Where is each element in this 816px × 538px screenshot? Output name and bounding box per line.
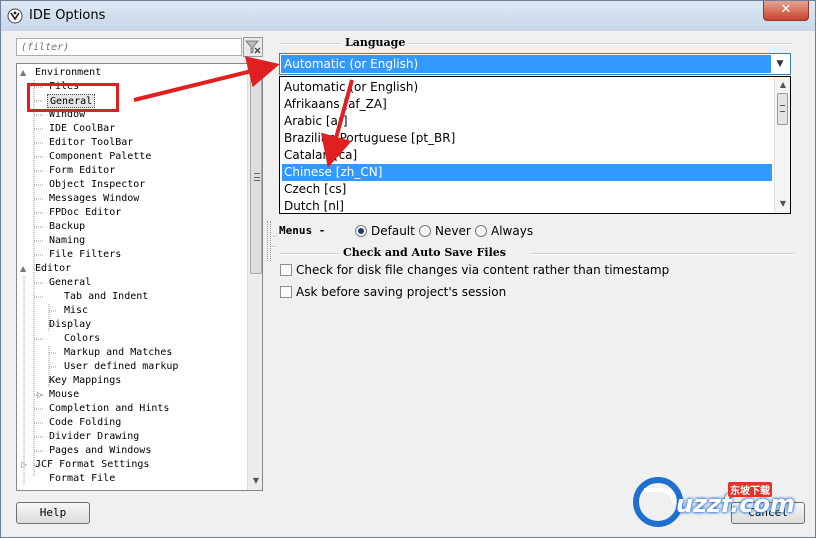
help-button[interactable]: Help: [16, 502, 90, 524]
dropdown-scrollbar[interactable]: ▲ ▼: [774, 77, 790, 213]
tree-scroll-thumb[interactable]: [250, 78, 262, 274]
checkbox-icon: [280, 264, 292, 276]
tree-item-object-inspector[interactable]: Object Inspector: [49, 178, 145, 192]
menus-label-text: Menus: [279, 224, 313, 237]
radio-label: Always: [491, 224, 534, 238]
options-tree[interactable]: ▲ Environment Files General Window IDE C…: [16, 63, 263, 491]
tree-item-completion-and-hints[interactable]: Completion and Hints: [49, 402, 169, 416]
language-caption: Language: [341, 36, 410, 49]
tree-item-user-defined-markup[interactable]: User defined markup: [64, 360, 178, 374]
tree-item-editor-general[interactable]: General: [49, 276, 91, 290]
tree-item-ide-coolbar[interactable]: IDE CoolBar: [49, 122, 115, 136]
tree-item-colors[interactable]: Colors: [64, 332, 100, 346]
tree-item-divider-drawing[interactable]: Divider Drawing: [49, 430, 139, 444]
radio-icon: [475, 225, 487, 237]
group-line: [271, 236, 277, 238]
group-line: [271, 246, 277, 248]
menus-radio-never[interactable]: Never: [419, 223, 471, 239]
tree-item-environment[interactable]: Environment: [35, 66, 101, 80]
tree-collapsed-icon[interactable]: ▷: [21, 460, 27, 469]
radio-label: Default: [371, 224, 415, 238]
checkbox-icon: [280, 286, 292, 298]
tree-expand-icon[interactable]: ▲: [20, 264, 26, 273]
language-option[interactable]: Czech [cs]: [282, 181, 772, 198]
tree-item-naming[interactable]: Naming: [49, 234, 85, 248]
tree-item-display[interactable]: Display: [49, 318, 91, 332]
tree-item-editor[interactable]: Editor: [35, 262, 71, 276]
tree-item-code-folding[interactable]: Code Folding: [49, 416, 121, 430]
tree-item-component-palette[interactable]: Component Palette: [49, 150, 151, 164]
annotation-highlight-box: [27, 83, 119, 112]
watermark-tag: 东坡下载: [728, 482, 772, 497]
watermark-logo: uzzf.com 东坡下载: [630, 474, 810, 532]
close-button[interactable]: ✕: [763, 1, 809, 21]
tree-item-key-mappings[interactable]: Key Mappings: [49, 374, 121, 388]
language-option[interactable]: Catalan [ca]: [282, 147, 772, 164]
grip-icon: [780, 105, 785, 112]
window-title: IDE Options: [29, 8, 106, 23]
dropdown-scroll-thumb[interactable]: [777, 93, 788, 125]
language-combobox[interactable]: Automatic (or English) ▼: [279, 53, 791, 75]
radio-icon: [419, 225, 431, 237]
group-line: [531, 253, 795, 255]
tree-item-backup[interactable]: Backup: [49, 220, 85, 234]
grip-icon: [254, 173, 260, 181]
language-option-selected[interactable]: Chinese [zh_CN]: [282, 164, 772, 181]
tree-item-jcf-format-settings[interactable]: JCF Format Settings: [35, 458, 149, 472]
tree-item-messages-window[interactable]: Messages Window: [49, 192, 139, 206]
tree-items: ▲ Environment Files General Window IDE C…: [17, 66, 246, 490]
menus-radio-always[interactable]: Always: [475, 223, 533, 239]
tree-item-misc[interactable]: Misc: [64, 304, 88, 318]
ide-options-window: IDE Options ✕ (filter) ▲ Environment Fil…: [0, 0, 816, 538]
language-option[interactable]: Brazilian Portuguese [pt_BR]: [282, 130, 772, 147]
language-option[interactable]: Automatic (or English): [282, 79, 772, 96]
checkbox-label: Check for disk file changes via content …: [296, 263, 670, 277]
title-bar[interactable]: IDE Options ✕: [1, 1, 815, 31]
tree-collapsed-icon[interactable]: ▷: [37, 390, 43, 399]
ask-save-session-checkbox[interactable]: Ask before saving project's session: [280, 284, 506, 300]
menus-label: Menus -: [279, 224, 326, 237]
tree-item-fpdoc-editor[interactable]: FPDoc Editor: [49, 206, 121, 220]
lazarus-app-icon: [7, 8, 23, 24]
language-option[interactable]: Arabic [ar]: [282, 113, 772, 130]
scroll-up-icon[interactable]: ▲: [251, 66, 261, 76]
language-combo-value: Automatic (or English): [281, 55, 771, 73]
tree-item-format-file[interactable]: Format File: [49, 472, 115, 486]
tree-item-file-filters[interactable]: File Filters: [49, 248, 121, 262]
tree-expand-icon[interactable]: ▲: [20, 68, 26, 77]
clear-filter-button[interactable]: [243, 37, 263, 57]
chevron-down-icon[interactable]: ▼: [772, 56, 788, 72]
checkbox-label: Ask before saving project's session: [296, 285, 507, 299]
scroll-down-icon[interactable]: ▼: [251, 476, 261, 486]
radio-icon: [355, 225, 367, 237]
menus-radio-default[interactable]: Default: [355, 223, 415, 239]
dialog-content: ▲ Environment Files General Window IDE C…: [9, 31, 809, 531]
language-dropdown-list[interactable]: Automatic (or English) Afrikaans [af_ZA]…: [279, 76, 791, 214]
tree-item-editor-toolbar[interactable]: Editor ToolBar: [49, 136, 133, 150]
check-disk-changes-checkbox[interactable]: Check for disk file changes via content …: [280, 262, 669, 278]
tree-item-markup-and-matches[interactable]: Markup and Matches: [64, 346, 172, 360]
pane-splitter[interactable]: [267, 221, 271, 261]
scroll-up-icon[interactable]: ▲: [778, 80, 788, 90]
scroll-down-icon[interactable]: ▼: [778, 199, 788, 209]
tree-item-tab-and-indent[interactable]: Tab and Indent: [64, 290, 148, 304]
language-option[interactable]: Afrikaans [af_ZA]: [282, 96, 772, 113]
radio-label: Never: [435, 224, 471, 238]
group-line: [409, 43, 791, 45]
tree-item-pages-and-windows[interactable]: Pages and Windows: [49, 444, 151, 458]
tree-scrollbar[interactable]: ▲ ▼: [247, 64, 262, 490]
tree-item-mouse[interactable]: Mouse: [49, 388, 79, 402]
autosave-caption: Check and Auto Save Files: [339, 246, 510, 259]
filter-clear-icon: [245, 40, 261, 54]
tree-item-form-editor[interactable]: Form Editor: [49, 164, 115, 178]
language-option[interactable]: Dutch [nl]: [282, 198, 772, 215]
filter-input[interactable]: [16, 38, 242, 56]
